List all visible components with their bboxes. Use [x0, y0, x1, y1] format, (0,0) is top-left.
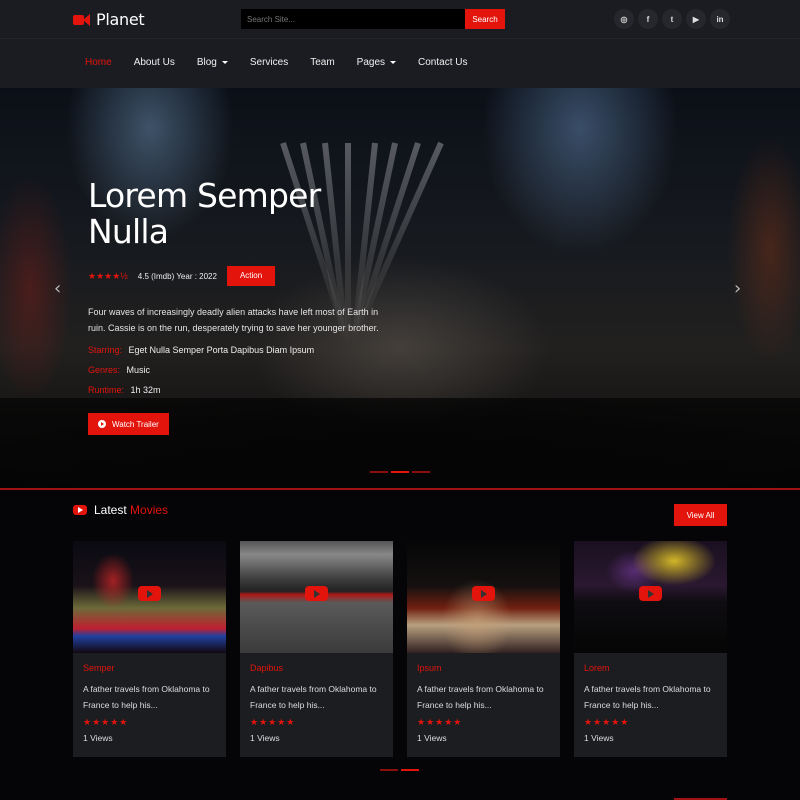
nav-team[interactable]: Team	[310, 57, 334, 68]
starring-value: Eget Nulla Semper Porta Dapibus Diam Ips…	[128, 345, 315, 355]
nav-label: Services	[249, 57, 289, 68]
runtime-label: Runtime:	[88, 385, 125, 395]
genres-value: Music	[126, 365, 151, 375]
runtime-row: Runtime: 1h 32m	[88, 385, 388, 395]
movie-thumbnail[interactable]	[240, 541, 393, 653]
movie-views: 1 Views	[584, 733, 614, 743]
slider-dot-active[interactable]	[391, 471, 409, 473]
play-icon[interactable]	[472, 586, 495, 601]
movie-card[interactable]: Ipsum A father travels from Oklahoma to …	[407, 541, 560, 757]
brand-name: Planet	[96, 10, 145, 29]
slider-prev-arrow-icon[interactable]: ‹	[54, 278, 61, 299]
hero-slider: Lorem Semper Nulla ★★★★½ 4.5 (Imdb) Year…	[0, 88, 800, 488]
runtime-value: 1h 32m	[130, 385, 161, 395]
movie-thumbnail[interactable]	[73, 541, 226, 653]
movie-description: A father travels from Oklahoma to France…	[417, 684, 544, 710]
nav-contact-us[interactable]: Contact Us	[418, 57, 467, 68]
hero-divider	[0, 488, 800, 490]
social-links: ◎ f t ▶ in	[614, 9, 730, 29]
movie-card[interactable]: Lorem A father travels from Oklahoma to …	[574, 541, 727, 757]
slider-dot[interactable]	[412, 471, 430, 473]
pager-dot[interactable]	[380, 769, 398, 771]
nav-home[interactable]: Home	[85, 57, 112, 68]
facebook-icon[interactable]: f	[638, 9, 658, 29]
slider-dot[interactable]	[370, 471, 388, 473]
genres-label: Genres:	[88, 365, 121, 375]
rating-year: 4.5 (Imdb) Year : 2022	[137, 271, 217, 281]
movie-thumbnail[interactable]	[574, 541, 727, 653]
instagram-icon[interactable]: ◎	[614, 9, 634, 29]
movie-description: A father travels from Oklahoma to France…	[83, 684, 210, 710]
movie-title[interactable]: Semper	[83, 663, 216, 673]
youtube-play-icon	[73, 505, 87, 515]
movie-views: 1 Views	[83, 733, 113, 743]
logo[interactable]: Planet	[73, 10, 145, 29]
genre-badge[interactable]: Action	[226, 266, 276, 286]
view-all-button[interactable]: View All	[674, 504, 727, 526]
video-camera-icon	[73, 13, 90, 26]
starring-row: Starring: Eget Nulla Semper Porta Dapibu…	[88, 345, 388, 355]
slider-next-arrow-icon[interactable]: ›	[734, 278, 741, 299]
movie-description: A father travels from Oklahoma to France…	[584, 684, 711, 710]
play-icon	[98, 420, 106, 428]
nav-about-us[interactable]: About Us	[134, 57, 175, 68]
nav-label: Contact Us	[418, 57, 468, 68]
nav-label: Pages	[356, 57, 386, 68]
watch-trailer-button[interactable]: Watch Trailer	[88, 413, 169, 435]
section-title-highlight: Movies	[130, 503, 169, 517]
latest-movies-heading: Latest Movies	[73, 503, 168, 517]
caret-down-icon	[221, 61, 228, 64]
rating-stars-icon: ★★★★½	[88, 270, 128, 281]
star-rating-icon: ★★★★★	[83, 717, 129, 727]
star-rating-icon: ★★★★★	[417, 717, 463, 727]
top-bar: Planet Search ◎ f t ▶ in	[0, 0, 800, 38]
starring-label: Starring:	[88, 345, 123, 355]
youtube-icon[interactable]: ▶	[686, 9, 706, 29]
play-icon[interactable]	[639, 586, 662, 601]
section-title-main: Latest	[94, 503, 127, 517]
nav-label: About Us	[133, 57, 175, 68]
main-navigation: Home About Us Blog Services Team Pages C…	[0, 38, 800, 88]
watch-trailer-label: Watch Trailer	[112, 419, 159, 429]
pager-dot-active[interactable]	[401, 769, 419, 771]
slider-indicators	[370, 471, 430, 473]
movie-title[interactable]: Ipsum	[417, 663, 550, 673]
caret-down-icon	[390, 61, 397, 64]
nav-label: Team	[310, 57, 335, 68]
search-input[interactable]	[241, 9, 465, 29]
nav-label: Blog	[196, 57, 217, 68]
linkedin-icon[interactable]: in	[710, 9, 730, 29]
movie-title[interactable]: Dapibus	[250, 663, 383, 673]
play-icon[interactable]	[138, 586, 161, 601]
movie-views: 1 Views	[417, 733, 447, 743]
movie-thumbnail[interactable]	[407, 541, 560, 653]
search-button[interactable]: Search	[465, 9, 505, 29]
hero-title: Lorem Semper Nulla	[88, 176, 321, 251]
nav-blog[interactable]: Blog	[197, 57, 228, 68]
genres-row: Genres: Music	[88, 365, 388, 375]
star-rating-icon: ★★★★★	[584, 717, 630, 727]
play-icon[interactable]	[305, 586, 328, 601]
section-title: Latest Movies	[94, 503, 168, 517]
movie-title[interactable]: Lorem	[584, 663, 717, 673]
search-form: Search	[241, 9, 505, 29]
twitter-icon[interactable]: t	[662, 9, 682, 29]
hero-meta: ★★★★½ 4.5 (Imdb) Year : 2022 Action	[88, 266, 388, 286]
hero-description: Four waves of increasingly deadly alien …	[88, 307, 379, 333]
hero-content: Lorem Semper Nulla ★★★★½ 4.5 (Imdb) Year…	[88, 178, 388, 435]
movie-card[interactable]: Dapibus A father travels from Oklahoma t…	[240, 541, 393, 757]
movie-list-pager	[380, 769, 419, 771]
movie-card[interactable]: Semper A father travels from Oklahoma to…	[73, 541, 226, 757]
movie-list: Semper A father travels from Oklahoma to…	[73, 541, 727, 757]
star-rating-icon: ★★★★★	[250, 717, 296, 727]
movie-views: 1 Views	[250, 733, 280, 743]
nav-pages[interactable]: Pages	[356, 57, 397, 68]
nav-services[interactable]: Services	[250, 57, 288, 68]
movie-description: A father travels from Oklahoma to France…	[250, 684, 377, 710]
nav-label: Home	[85, 57, 112, 68]
